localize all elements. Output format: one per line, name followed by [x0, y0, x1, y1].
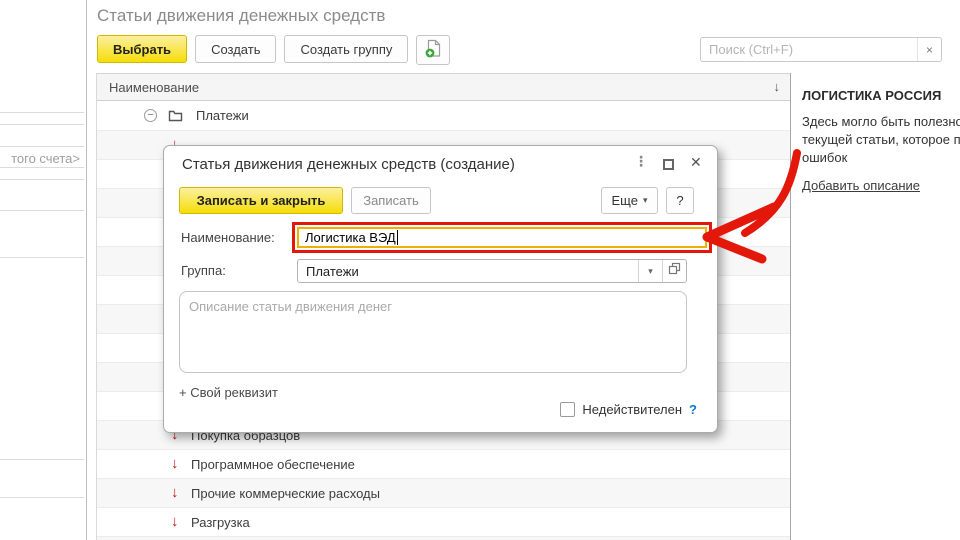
group-field[interactable]: Платежи ▾: [297, 259, 687, 283]
background-field-text: того счета>: [11, 151, 80, 166]
search-input[interactable]: Поиск (Ctrl+F) ×: [700, 37, 942, 62]
chevron-down-icon: ▾: [642, 195, 648, 205]
name-field-label: Наименование:: [181, 230, 275, 245]
row-label: Прочие коммерческие расходы: [191, 485, 380, 501]
cash-outflow-icon: ↓: [171, 513, 179, 530]
add-custom-attribute-link[interactable]: + Свой реквизит: [179, 385, 278, 400]
show-all-button[interactable]: [662, 260, 686, 282]
toolbar: Выбрать Создать Создать группу: [97, 35, 451, 65]
background-divider: [0, 112, 84, 113]
background-divider: [0, 497, 84, 498]
invalid-checkbox-label: Недействителен: [582, 402, 683, 417]
table-row-group[interactable]: − Платежи: [97, 101, 790, 131]
background-divider: [0, 167, 84, 168]
side-panel-text: ошибок: [802, 150, 848, 165]
add-description-link[interactable]: Добавить описание: [802, 178, 920, 193]
group-field-label: Группа:: [181, 263, 226, 278]
document-add-icon: [425, 39, 442, 61]
select-button[interactable]: Выбрать: [97, 35, 188, 63]
cash-outflow-icon: ↓: [171, 484, 179, 501]
background-divider: [0, 179, 84, 180]
background-divider: [0, 146, 84, 147]
side-panel-heading: ЛОГИСТИКА РОССИЯ: [802, 88, 942, 103]
save-button[interactable]: Записать: [351, 187, 431, 214]
maximize-icon[interactable]: [663, 159, 674, 170]
open-list-icon: [668, 262, 681, 280]
table-row[interactable]: ↓ Разгрузка: [97, 508, 790, 537]
search-clear-icon[interactable]: ×: [917, 38, 941, 61]
close-icon[interactable]: ✕: [690, 154, 702, 171]
row-label: Программное обеспечение: [191, 456, 355, 472]
table-row[interactable]: ↓ Программное обеспечение: [97, 450, 790, 479]
description-textarea[interactable]: Описание статьи движения денег: [179, 291, 687, 373]
table-header-row[interactable]: Наименование ↓: [97, 74, 790, 101]
annotation-highlight-box: Логистика ВЭД: [292, 222, 712, 253]
app-window: того счета> Статьи движения денежных сре…: [0, 0, 960, 540]
background-divider: [0, 459, 84, 460]
save-and-close-button[interactable]: Записать и закрыть: [179, 187, 343, 214]
side-panel: ЛОГИСТИКА РОССИЯ Здесь могло быть полезн…: [802, 88, 960, 193]
column-header-name: Наименование: [109, 79, 200, 95]
more-button[interactable]: Еще ▾: [601, 187, 658, 214]
collapse-icon[interactable]: −: [144, 109, 157, 122]
create-button[interactable]: Создать: [195, 35, 277, 63]
background-divider: [0, 210, 84, 211]
search-placeholder: Поиск (Ctrl+F): [709, 42, 794, 57]
table-row[interactable]: ↓ Прочие коммерческие расходы: [97, 479, 790, 508]
invalid-checkbox[interactable]: [560, 402, 576, 417]
folder-icon: [168, 109, 183, 122]
name-field[interactable]: Логистика ВЭД: [297, 227, 707, 248]
help-button[interactable]: ?: [666, 187, 694, 214]
row-label: Разгрузка: [191, 514, 250, 530]
side-panel-text: текущей статьи, которое п: [802, 132, 960, 147]
sort-descending-icon[interactable]: ↓: [774, 79, 781, 94]
background-divider: [0, 257, 84, 258]
page-title: Статьи движения денежных средств: [97, 6, 386, 25]
window-menu-icon[interactable]: ⋮: [634, 153, 648, 170]
invalid-help-link[interactable]: ?: [689, 402, 697, 417]
create-by-copy-button[interactable]: [416, 35, 451, 65]
dropdown-icon[interactable]: ▾: [638, 260, 662, 282]
name-field-value: Логистика ВЭД: [305, 230, 396, 245]
cash-outflow-icon: ↓: [171, 455, 179, 472]
background-divider: [0, 124, 84, 125]
panel-separator: [790, 73, 791, 540]
side-panel-text: Здесь могло быть полезно: [802, 114, 960, 129]
create-group-button[interactable]: Создать группу: [284, 35, 409, 63]
invalid-checkbox-row: Недействителен ?: [560, 402, 697, 417]
window-separator: [86, 0, 87, 540]
create-item-dialog: Статья движения денежных средств (создан…: [163, 145, 718, 433]
more-button-label: Еще: [611, 193, 638, 208]
text-caret: [396, 230, 398, 245]
group-field-value: Платежи: [306, 263, 359, 279]
row-label: Платежи: [196, 108, 249, 123]
dialog-title: Статья движения денежных средств (создан…: [182, 156, 515, 173]
